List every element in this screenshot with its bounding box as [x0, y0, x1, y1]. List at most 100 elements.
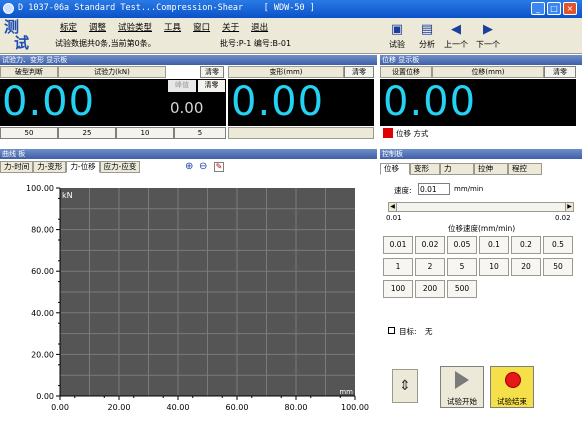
speed-button-0-02[interactable]: 0.02	[415, 236, 445, 254]
position-panel-header: 位移 显示板	[380, 55, 582, 65]
window-title: D 1037-06a Standard Test...Compression-S…	[18, 3, 315, 13]
monitor-icon: ▣	[390, 22, 404, 37]
pen-icon[interactable]: ✎	[214, 162, 224, 172]
speed-slider[interactable]: ◀ ▶	[388, 202, 574, 212]
tab-force[interactable]: 力	[440, 163, 474, 175]
peak-value: 0.00	[170, 99, 204, 117]
slider-left-icon[interactable]: ◀	[389, 203, 397, 211]
target-label: 目标:	[399, 327, 417, 336]
record-info: 试验数据共0条,当前第0条。	[55, 39, 156, 48]
speed-button-50[interactable]: 50	[543, 258, 573, 276]
maximize-button[interactable]: □	[547, 2, 561, 15]
zoom-out-icon[interactable]: ⊖	[199, 161, 207, 172]
slider-min: 0.01	[386, 214, 402, 222]
speed-button-2[interactable]: 2	[415, 258, 445, 276]
force-position-chart: 0.00 20.00 40.00 60.00 80.00 100.00 0.00 20.00 4…	[26, 184, 369, 412]
deform-display: 0.00	[228, 79, 374, 126]
slider-right-icon[interactable]: ▶	[565, 203, 573, 211]
speed-button-0-2[interactable]: 0.2	[511, 236, 541, 254]
force-clear-button[interactable]: 清零	[200, 66, 224, 78]
menu-calibrate[interactable]: 标定	[60, 21, 77, 33]
x-tick-label: 100.00	[341, 403, 369, 412]
y-axis-label: kN	[62, 191, 73, 200]
document-icon: ▤	[420, 22, 434, 37]
speed-input[interactable]	[418, 183, 450, 195]
y-tick-label: 20.00	[31, 350, 54, 359]
speed-button-200[interactable]: 200	[415, 280, 445, 298]
speed-button-100[interactable]: 100	[383, 280, 413, 298]
x-tick-label: 80.00	[285, 403, 308, 412]
tab-stress-strain[interactable]: 应力-应变	[99, 161, 141, 173]
analyze-label: 分析	[419, 40, 435, 49]
position-mode-label: 位移 方式	[396, 129, 429, 138]
slider-max: 0.02	[555, 214, 571, 222]
speed-button-5[interactable]: 5	[447, 258, 477, 276]
menu-window[interactable]: 窗口	[193, 21, 210, 33]
tab-force-position[interactable]: 力-位移	[66, 161, 100, 173]
menu-tools[interactable]: 工具	[164, 21, 181, 33]
deform-clear-button[interactable]: 清零	[344, 66, 374, 78]
speed-button-500[interactable]: 500	[447, 280, 477, 298]
x-axis-label: mm	[339, 388, 353, 396]
end-test-label: 试验结束	[497, 397, 527, 406]
menu-exit[interactable]: 退出	[251, 21, 268, 33]
minimize-button[interactable]: _	[531, 2, 545, 15]
curve-panel-header: 曲线 板	[0, 149, 377, 159]
range-5[interactable]: 5	[174, 127, 226, 139]
target-value: 无	[425, 327, 433, 336]
x-tick-label: 20.00	[108, 403, 131, 412]
peak-clear-button[interactable]: 清零	[198, 80, 225, 92]
speed-unit: mm/min	[454, 185, 484, 193]
arrow-right-icon: ▶	[483, 22, 493, 37]
range-50[interactable]: 50	[0, 127, 58, 139]
range-25[interactable]: 25	[58, 127, 116, 139]
menu-test-type[interactable]: 试验类型	[118, 21, 152, 33]
tab-tension[interactable]: 拉伸	[474, 163, 508, 175]
prev-label: 上一个	[444, 40, 468, 49]
speed-button-0-1[interactable]: 0.1	[479, 236, 509, 254]
target-checkbox[interactable]	[388, 327, 395, 334]
app-logo: 测 试	[2, 20, 44, 52]
position-display: 0.00	[380, 79, 576, 126]
menu-bar: 测 试 标定 调整 试验类型 工具 窗口 关于 退出 试验数据共0条,当前第0条…	[0, 18, 582, 54]
speed-button-1[interactable]: 1	[383, 258, 413, 276]
menu-about[interactable]: 关于	[222, 21, 239, 33]
tab-force-deform[interactable]: 力-变形	[33, 161, 67, 173]
speed-button-0-01[interactable]: 0.01	[383, 236, 413, 254]
curve-tabs: 力-时间 力-变形 力-位移 应力-应变	[0, 161, 141, 173]
end-test-button[interactable]: 试验结束	[490, 366, 534, 408]
speed-button-0-05[interactable]: 0.05	[447, 236, 477, 254]
arrow-left-icon: ◀	[451, 22, 461, 37]
stop-icon	[505, 372, 521, 388]
peak-label: 峰值	[168, 80, 196, 92]
tab-force-time[interactable]: 力-时间	[0, 161, 34, 173]
next-toolbar-button[interactable]: ▶ 下一个	[473, 20, 503, 52]
set-position-label[interactable]: 设置位移	[380, 66, 432, 78]
updown-arrows-icon[interactable]: ⇕	[392, 369, 418, 403]
analyze-toolbar-button[interactable]: ▤ 分析	[412, 20, 442, 52]
batch-info: 批号:P-1 编号:B-01	[220, 39, 292, 48]
test-toolbar-button[interactable]: ▣ 试验	[382, 20, 412, 52]
tab-position[interactable]: 位移	[380, 163, 410, 175]
speed-button-10[interactable]: 10	[479, 258, 509, 276]
force-label: 试验力(kN)	[58, 66, 166, 78]
play-icon	[455, 371, 469, 389]
position-label: 位移(mm)	[432, 66, 544, 78]
tab-program[interactable]: 程控	[508, 163, 542, 175]
speed-button-20[interactable]: 20	[511, 258, 541, 276]
test-label: 试验	[389, 40, 405, 49]
position-value: 0.00	[383, 79, 477, 125]
prev-toolbar-button[interactable]: ◀ 上一个	[441, 20, 471, 52]
close-button[interactable]: ×	[563, 2, 577, 15]
force-value: 0.00	[2, 79, 96, 125]
deform-label: 变形(mm)	[228, 66, 344, 78]
zoom-in-icon[interactable]: ⊕	[185, 161, 193, 172]
tab-deform[interactable]: 变形	[410, 163, 440, 175]
range-10[interactable]: 10	[116, 127, 174, 139]
control-panel-header: 控制板	[380, 149, 582, 159]
speed-button-0-5[interactable]: 0.5	[543, 236, 573, 254]
break-judge-label[interactable]: 破型判断	[0, 66, 58, 78]
position-clear-button[interactable]: 清零	[544, 66, 576, 78]
start-test-button[interactable]: 试验开始	[440, 366, 484, 408]
menu-adjust[interactable]: 调整	[89, 21, 106, 33]
